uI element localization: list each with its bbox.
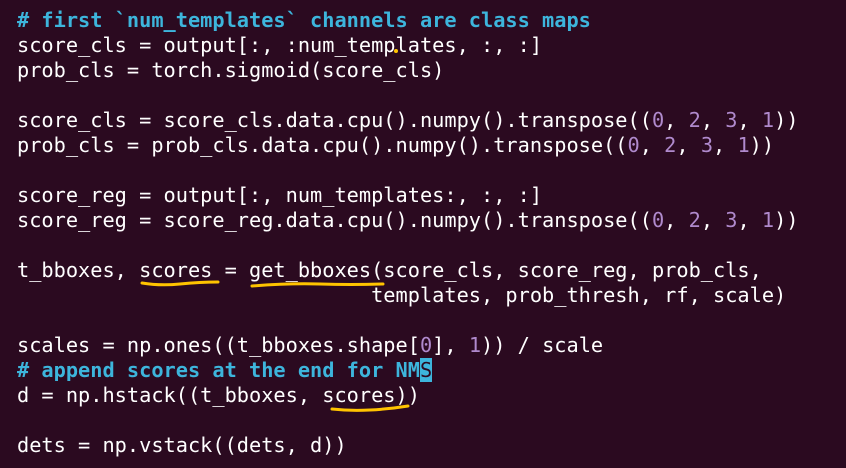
- code-number: 1: [761, 208, 775, 232]
- code-token: )): [749, 133, 775, 157]
- code-editor[interactable]: # first `num_templates` channels are cla…: [0, 0, 846, 468]
- code-token: score_reg = score_reg.data.cpu().numpy()…: [17, 208, 652, 232]
- code-number: 3: [725, 108, 738, 132]
- code-number: 0: [651, 208, 665, 232]
- underline-annotation-scores: [140, 279, 220, 287]
- underline-annotation-scores-hstack: [330, 404, 410, 412]
- code-token: t_bboxes, scores = get_bboxes(score_cls,…: [17, 258, 762, 282]
- code-comment: # append scores at the end for NM: [17, 358, 420, 382]
- code-number: 1: [761, 108, 775, 132]
- underline-annotation-get-bboxes: [250, 280, 385, 288]
- code-line: score_reg = score_reg.data.cpu().numpy()…: [17, 208, 799, 233]
- code-token: )) / scale: [481, 333, 604, 357]
- code-number: 2: [688, 208, 701, 232]
- code-token: prob_cls = torch.sigmoid(score_cls): [17, 58, 445, 82]
- code-line: dets = np.vstack((dets, d)): [17, 433, 347, 458]
- code-token: templates, prob_thresh, rf, scale): [17, 283, 787, 307]
- code-token: ],: [432, 333, 469, 357]
- code-line: score_cls = score_cls.data.cpu().numpy()…: [17, 108, 799, 133]
- code-token: score_reg = output[:, num_templates:, :,…: [17, 183, 543, 207]
- code-token: prob_cls = prob_cls.data.cpu().numpy().t…: [17, 133, 628, 157]
- code-token: score_cls = score_cls.data.cpu().numpy()…: [17, 108, 652, 132]
- code-line: templates, prob_thresh, rf, scale): [17, 283, 786, 308]
- code-number: 2: [664, 133, 677, 157]
- code-line: scales = np.ones((t_bboxes.shape[0], 1))…: [17, 333, 603, 358]
- code-line: # first `num_templates` channels are cla…: [17, 8, 591, 33]
- code-token: )): [774, 208, 799, 232]
- code-line: score_reg = output[:, num_templates:, :,…: [17, 183, 542, 208]
- code-token: ,: [639, 133, 665, 157]
- code-token: ,: [664, 108, 689, 132]
- code-token: ,: [664, 208, 689, 232]
- code-number: 1: [468, 333, 482, 357]
- code-token: score_cls = output[:, :num_templates, :,…: [17, 33, 543, 57]
- code-comment: # first `num_templates` channels are cla…: [17, 8, 591, 32]
- code-number: 3: [700, 133, 714, 157]
- code-token: ,: [676, 133, 701, 157]
- text-cursor: S: [419, 358, 433, 382]
- annotation-dot: [393, 48, 399, 56]
- code-line: # append scores at the end for NMS: [17, 358, 433, 383]
- code-line: score_cls = output[:, :num_templates, :,…: [17, 33, 542, 58]
- code-number: 0: [651, 108, 665, 132]
- code-token: scales = np.ones((t_bboxes.shape[: [17, 333, 420, 357]
- code-token: dets = np.vstack((dets, d)): [17, 433, 347, 457]
- code-token: )): [774, 108, 799, 132]
- code-line: prob_cls = torch.sigmoid(score_cls): [17, 58, 444, 83]
- code-line: prob_cls = prob_cls.data.cpu().numpy().t…: [17, 133, 774, 158]
- code-number: 2: [688, 108, 701, 132]
- code-token: ,: [737, 108, 762, 132]
- code-number: 3: [725, 208, 738, 232]
- code-number: 0: [627, 133, 640, 157]
- code-token: ,: [713, 133, 738, 157]
- code-token: ,: [737, 208, 762, 232]
- code-number: 1: [737, 133, 750, 157]
- code-token: ,: [700, 108, 726, 132]
- code-number: 0: [419, 333, 433, 357]
- code-line: t_bboxes, scores = get_bboxes(score_cls,…: [17, 258, 762, 283]
- code-token: ,: [700, 208, 726, 232]
